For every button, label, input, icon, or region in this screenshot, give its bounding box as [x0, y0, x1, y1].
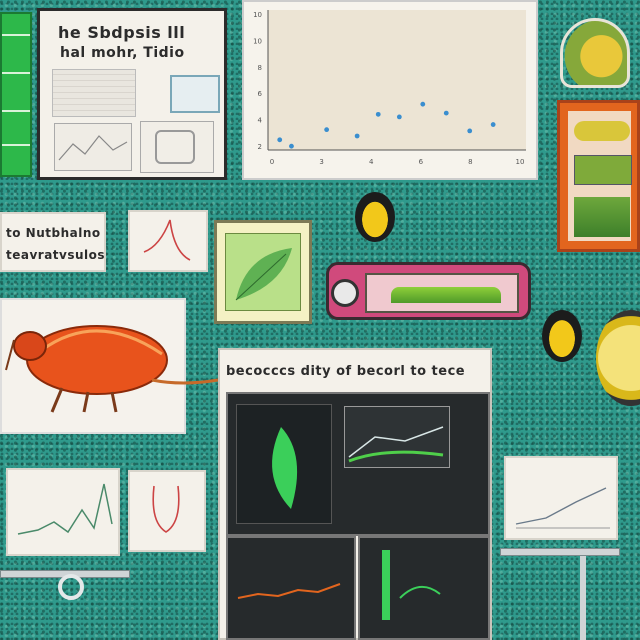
- y-tick-label: 10: [253, 11, 262, 19]
- notice-readout: [170, 75, 220, 113]
- flask-icon: [560, 18, 630, 88]
- notice-tablet-sketch: [140, 121, 214, 173]
- y-tick-label: 10: [253, 37, 262, 45]
- lab-clamp: [58, 574, 84, 600]
- notice-chart-sketch: [54, 123, 132, 171]
- lens-circle: [596, 310, 640, 406]
- data-point: [467, 128, 473, 134]
- x-tick-label: 10: [516, 158, 525, 166]
- data-point: [324, 127, 330, 133]
- plot-area: [268, 10, 526, 150]
- data-point: [443, 110, 449, 116]
- viewer-lower-right: [358, 536, 490, 640]
- scatter-plot: 10 10 8 6 4 20 3 4 6 8 10: [253, 10, 526, 166]
- side-label-line-1: to Nutbhalno: [6, 226, 101, 240]
- main-panel-title: becocccs dity of becorl to tece: [226, 364, 466, 379]
- lab-stand-leg: [580, 556, 586, 640]
- data-point: [396, 114, 402, 120]
- specimen-slot-1: [574, 121, 630, 141]
- specimen-slot-2: [574, 155, 632, 185]
- y-tick-label: 4: [258, 117, 263, 125]
- side-label-card: to Nutbhalno teavratvsulos: [0, 212, 106, 272]
- specimen-slot-3: [574, 197, 630, 237]
- lab-stand-right: [500, 548, 620, 556]
- microscope-icon: [326, 262, 531, 320]
- leaf-slide-card: [214, 220, 312, 324]
- insect-illustration-card: [0, 298, 219, 434]
- green-sidebar-strip: [0, 12, 32, 177]
- scatter-chart-card: 10 10 8 6 4 2 0 3 4 6 8 10: [242, 0, 538, 180]
- side-label-line-2: teavratvsulos: [6, 248, 106, 262]
- x-tick-label: 3: [319, 158, 323, 166]
- data-point: [354, 133, 360, 139]
- y-tick-label: 2: [258, 143, 262, 151]
- bee-icon: [355, 192, 395, 242]
- data-point: [375, 111, 381, 117]
- curve-thumbnail-card: [128, 210, 208, 272]
- data-point: [277, 137, 283, 143]
- bee-icon: [542, 310, 582, 362]
- notice-line-2: hal mohr, Tidio: [60, 45, 185, 61]
- leaf-view: [236, 404, 332, 524]
- notice-grid-1: [52, 69, 136, 117]
- flask-chart-card: [128, 470, 206, 552]
- wave-chart-card: [6, 468, 120, 556]
- x-tick-label: 6: [419, 158, 424, 166]
- data-point: [420, 101, 426, 107]
- y-tick-label: 8: [258, 64, 262, 72]
- notice-line-1: he Sbdpsis lll: [58, 23, 186, 42]
- x-tick-label: 4: [369, 158, 374, 166]
- specimen-frame: [557, 100, 640, 252]
- data-point: [289, 143, 294, 149]
- y-tick-label: 6: [258, 90, 263, 98]
- data-point: [490, 122, 496, 127]
- main-panel: becocccs dity of becorl to tece: [218, 348, 492, 640]
- insect-illustration-icon: [5, 325, 219, 413]
- x-tick-label: 8: [468, 158, 472, 166]
- curve-view: [344, 406, 450, 468]
- viewer-lower-left: [226, 536, 356, 640]
- x-tick-label: 0: [270, 158, 274, 166]
- viewer-upper: [226, 392, 490, 536]
- top-notice-card: he Sbdpsis lll hal mohr, Tidio: [37, 8, 227, 180]
- bottom-right-chart-card: [504, 456, 618, 540]
